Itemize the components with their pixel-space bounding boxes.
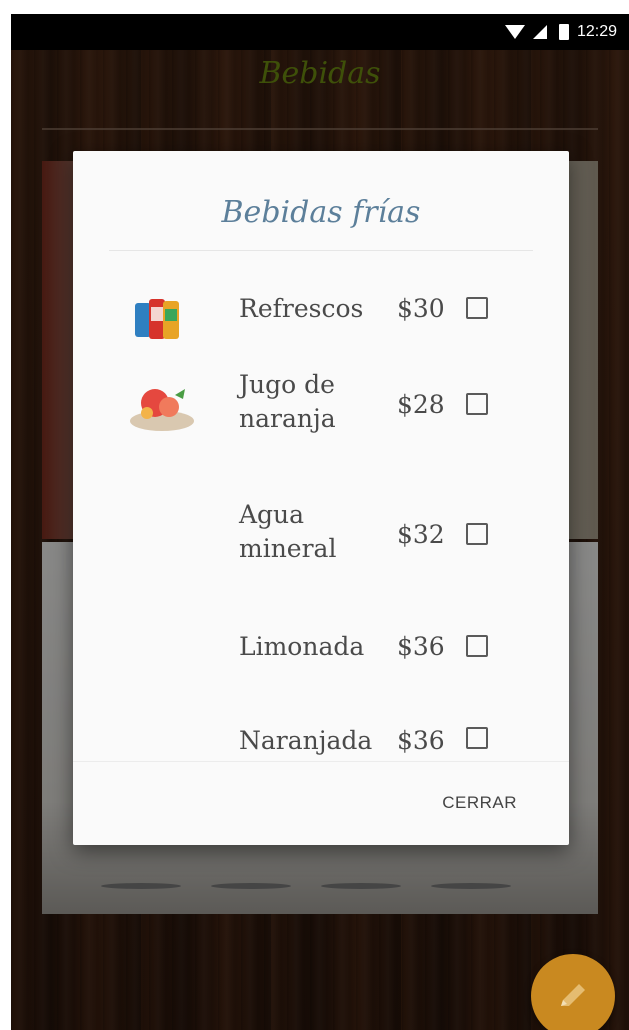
- close-button[interactable]: CERRAR: [442, 793, 517, 813]
- dialog-title-divider: [109, 250, 533, 251]
- phone-screen: Bebidas 12:29 Bebidas frías Refrescos $3…: [11, 14, 629, 1030]
- soda-cans-icon: [135, 299, 179, 339]
- list-item: Naranjada $36: [73, 721, 569, 761]
- status-time: 12:29: [576, 23, 617, 40]
- list-item: Jugo de naranja $28: [73, 365, 569, 455]
- list-item: Agua mineral $32: [73, 499, 569, 589]
- dialog-footer-divider: [73, 761, 569, 762]
- pencil-icon: [561, 984, 585, 1006]
- status-bar: 12:29: [11, 14, 629, 50]
- item-price: $28: [397, 390, 445, 419]
- item-checkbox-limonada[interactable]: [466, 635, 488, 657]
- item-checkbox-agua-mineral[interactable]: [466, 523, 488, 545]
- item-name-line1: Agua: [239, 500, 305, 529]
- item-checkbox-jugo-de-naranja[interactable]: [466, 393, 488, 415]
- item-name-line1: Jugo de: [239, 370, 335, 399]
- battery-icon: [558, 24, 569, 40]
- item-price: $32: [397, 520, 445, 549]
- list-item: Limonada $36: [73, 623, 569, 683]
- item-price: $30: [397, 294, 445, 323]
- item-name: Refrescos: [239, 294, 364, 323]
- edit-fab-button[interactable]: [531, 954, 615, 1030]
- item-price: $36: [397, 726, 445, 755]
- item-name-line2: naranja: [239, 404, 336, 433]
- item-price: $36: [397, 632, 445, 661]
- item-name-line2: mineral: [239, 534, 337, 563]
- drinks-dialog: Bebidas frías Refrescos $30 Jugo de nara…: [73, 151, 569, 845]
- wifi-icon: [504, 25, 525, 39]
- item-checkbox-refrescos[interactable]: [466, 297, 488, 319]
- list-item: Refrescos $30: [73, 275, 569, 345]
- item-name: Naranjada: [239, 726, 373, 755]
- item-name: Limonada: [239, 632, 365, 661]
- juice-fruit-icon: [130, 389, 194, 431]
- item-checkbox-naranjada[interactable]: [466, 727, 488, 749]
- signal-icon: [532, 25, 547, 39]
- dialog-title: Bebidas frías: [221, 195, 421, 230]
